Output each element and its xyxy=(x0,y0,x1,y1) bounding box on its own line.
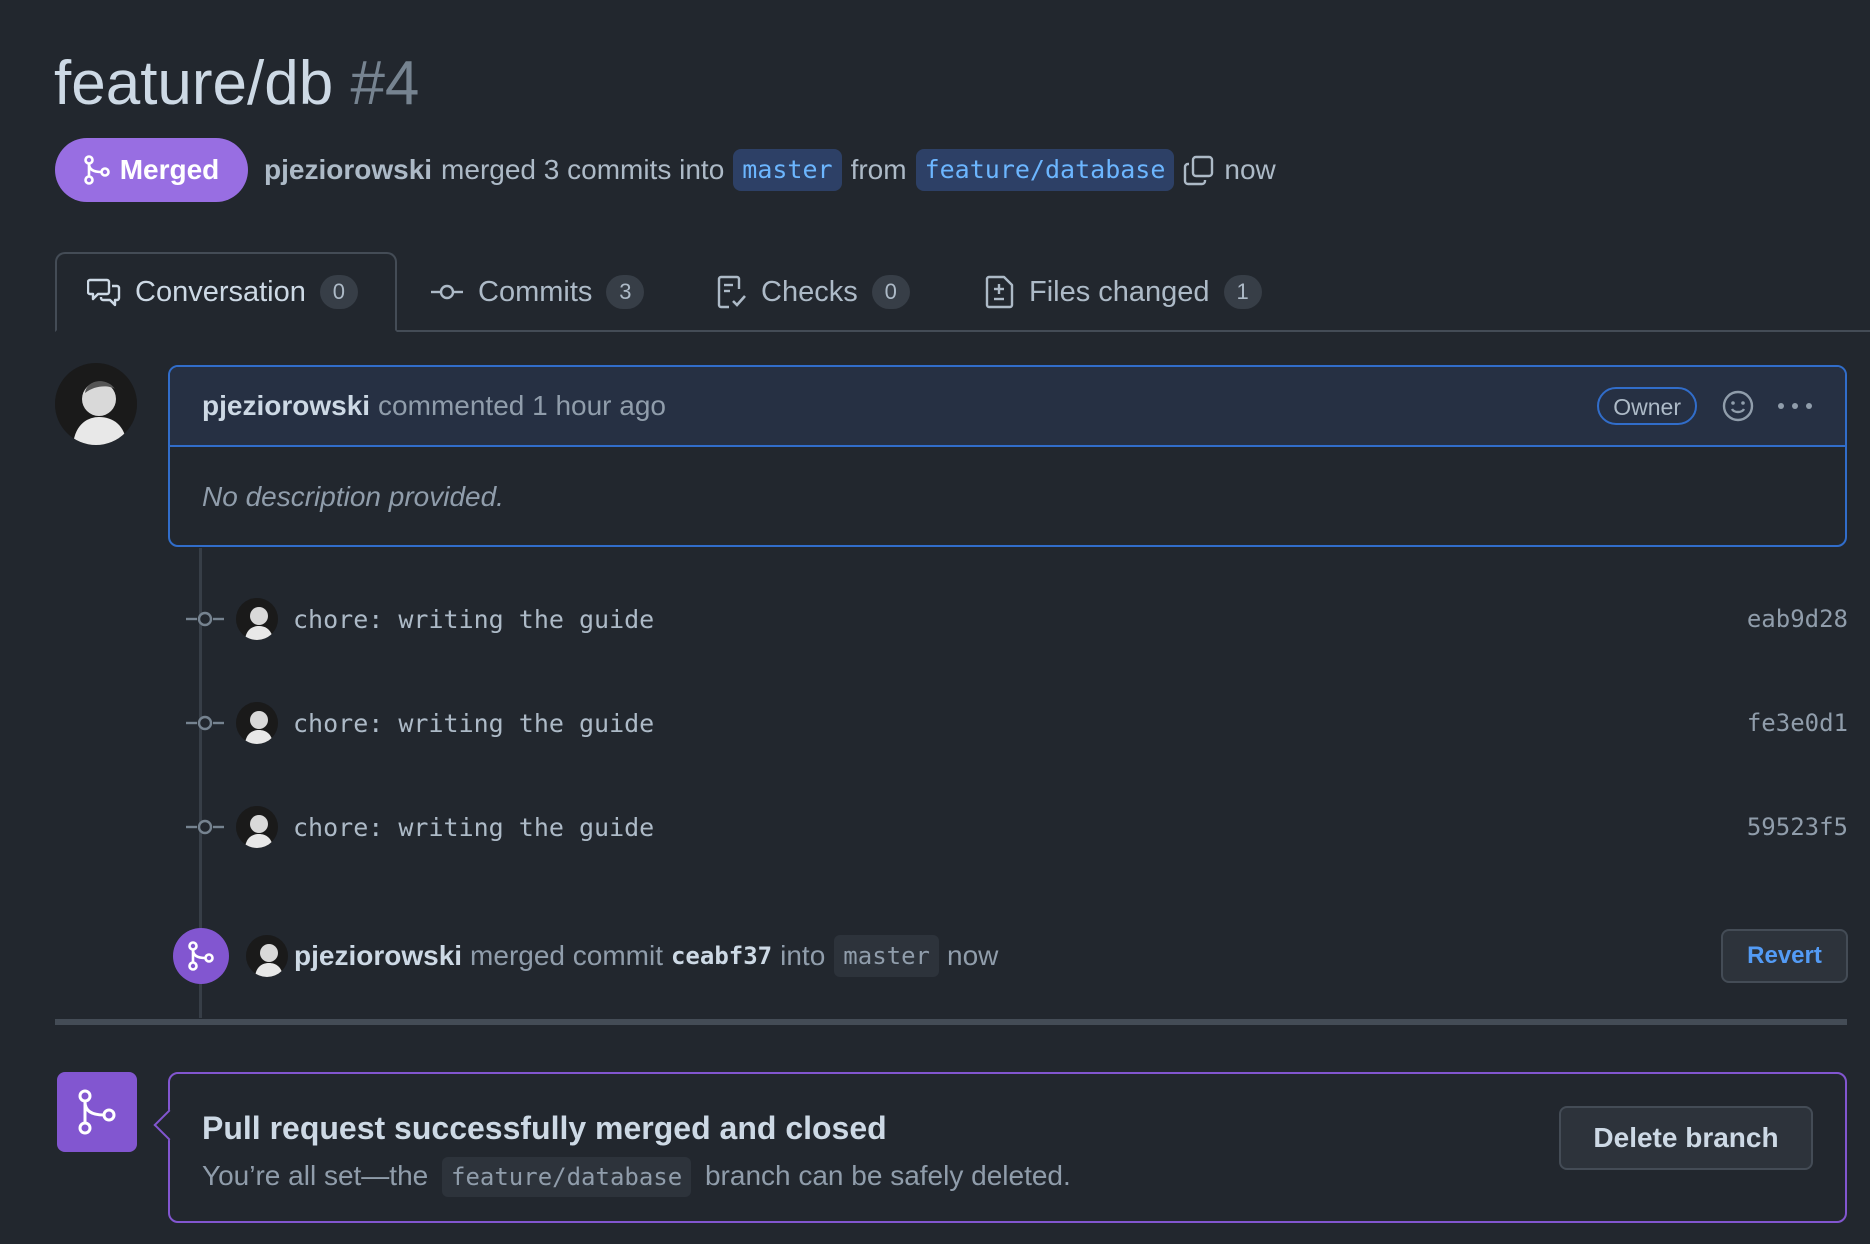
avatar[interactable] xyxy=(236,702,278,744)
comment-author-link[interactable]: pjeziorowski xyxy=(202,390,370,422)
git-merge-icon xyxy=(57,1072,137,1152)
kebab-horizontal-icon[interactable] xyxy=(1777,401,1813,411)
head-branch-link[interactable]: feature/database xyxy=(915,149,1175,191)
timeline-commit: chore: writing the guide 59523f5 xyxy=(180,802,1848,852)
tab-conversation[interactable]: Conversation 0 xyxy=(55,252,397,332)
merge-into-text: into xyxy=(780,940,826,971)
delete-branch-button[interactable]: Delete branch xyxy=(1559,1106,1813,1170)
smiley-icon[interactable] xyxy=(1721,389,1755,423)
comment-header: pjeziorowski commented 1 hour ago Owner xyxy=(170,367,1845,447)
commit-sha-link[interactable]: eab9d28 xyxy=(1747,605,1848,633)
git-merge-icon xyxy=(173,928,229,984)
file-diff-icon xyxy=(985,275,1015,309)
tab-files-changed-label: Files changed xyxy=(1029,275,1210,308)
pr-title: feature/db #4 xyxy=(54,46,419,122)
commit-message-link[interactable]: chore: writing the guide xyxy=(293,605,654,634)
merged-status-box: Pull request successfully merged and clo… xyxy=(153,1072,1847,1223)
merged-state-badge: Merged xyxy=(55,138,248,202)
merge-event-time[interactable]: now xyxy=(947,940,998,972)
tab-conversation-count: 0 xyxy=(319,275,358,309)
merge-target-branch[interactable]: master xyxy=(834,935,939,977)
comment-discussion-icon xyxy=(87,277,121,307)
git-commit-icon xyxy=(180,817,226,837)
commit-message-link[interactable]: chore: writing the guide xyxy=(293,709,654,738)
git-commit-icon xyxy=(430,282,464,302)
pr-author-link[interactable]: pjeziorowski xyxy=(264,154,432,186)
tab-commits-count: 3 xyxy=(606,275,645,309)
revert-button[interactable]: Revert xyxy=(1721,929,1848,983)
tab-checks-label: Checks xyxy=(761,275,858,308)
owner-badge: Owner xyxy=(1597,387,1697,425)
tab-files-changed-count: 1 xyxy=(1223,275,1262,309)
tab-commits-label: Commits xyxy=(478,275,593,308)
tab-commits[interactable]: Commits 3 xyxy=(430,252,645,332)
git-commit-icon xyxy=(180,713,226,733)
merged-state-label: Merged xyxy=(119,154,220,185)
pr-merge-text: merged 3 commits into xyxy=(441,154,725,185)
merged-head-branch: feature/database xyxy=(442,1157,692,1197)
tab-checks-count: 0 xyxy=(871,275,910,309)
timeline-divider xyxy=(55,1019,1847,1025)
merge-event-text: merged commit xyxy=(470,940,663,971)
tab-conversation-label: Conversation xyxy=(135,275,306,308)
merged-sub-before: You’re all set—the xyxy=(202,1160,429,1191)
avatar[interactable] xyxy=(246,935,288,977)
merge-event: pjeziorowski merged commit ceabf37 into … xyxy=(173,926,1848,986)
pr-description-comment: pjeziorowski commented 1 hour ago Owner … xyxy=(168,365,1847,547)
merge-commit-sha-link[interactable]: ceabf37 xyxy=(671,942,772,970)
pr-number: #4 xyxy=(350,49,420,118)
git-merge-icon xyxy=(83,155,110,185)
pr-state-row: Merged pjeziorowski merged 3 commits int… xyxy=(55,138,1276,202)
commit-message-link[interactable]: chore: writing the guide xyxy=(293,813,654,842)
merged-box-pointer xyxy=(153,1109,185,1141)
tab-checks[interactable]: Checks 0 xyxy=(717,252,910,332)
comment-meta[interactable]: commented 1 hour ago xyxy=(378,390,666,422)
merged-sub-after: branch can be safely deleted. xyxy=(704,1160,1071,1191)
avatar[interactable] xyxy=(236,806,278,848)
checklist-icon xyxy=(717,275,747,309)
avatar[interactable] xyxy=(55,363,137,445)
merge-author-link[interactable]: pjeziorowski xyxy=(294,940,462,972)
commit-sha-link[interactable]: 59523f5 xyxy=(1747,813,1848,841)
pr-merge-time: now xyxy=(1224,154,1276,185)
git-commit-icon xyxy=(180,609,226,629)
tab-files-changed[interactable]: Files changed 1 xyxy=(985,252,1262,332)
pr-from-text: from xyxy=(850,154,907,185)
comment-body: No description provided. xyxy=(202,481,504,512)
timeline-commit: chore: writing the guide eab9d28 xyxy=(180,594,1848,644)
avatar[interactable] xyxy=(236,598,278,640)
timeline-commit: chore: writing the guide fe3e0d1 xyxy=(180,698,1848,748)
pr-title-text: feature/db xyxy=(54,49,334,118)
commit-sha-link[interactable]: fe3e0d1 xyxy=(1747,709,1848,737)
copy-icon[interactable] xyxy=(1183,154,1215,186)
base-branch-link[interactable]: master xyxy=(733,149,842,191)
